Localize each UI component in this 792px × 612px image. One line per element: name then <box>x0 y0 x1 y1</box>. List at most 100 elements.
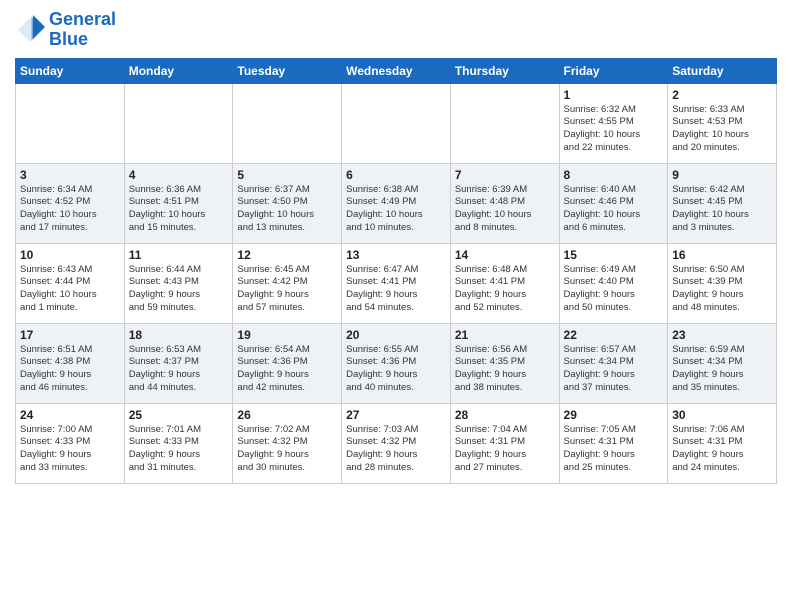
calendar-cell: 22 Sunrise: 6:57 AM Sunset: 4:34 PM Dayli… <box>559 323 668 403</box>
weekday-header-sunday: Sunday <box>16 58 125 83</box>
calendar-table: SundayMondayTuesdayWednesdayThursdayFrid… <box>15 58 777 484</box>
day-number: 5 <box>237 168 337 182</box>
day-number: 19 <box>237 328 337 342</box>
day-info: Sunrise: 6:39 AM Sunset: 4:48 PM Dayligh… <box>455 184 555 235</box>
calendar-cell: 29 Sunrise: 7:05 AM Sunset: 4:31 PM Dayli… <box>559 403 668 483</box>
day-info: Sunrise: 7:01 AM Sunset: 4:33 PM Dayligh… <box>129 424 229 475</box>
weekday-header-saturday: Saturday <box>668 58 777 83</box>
calendar-cell: 14 Sunrise: 6:48 AM Sunset: 4:41 PM Dayli… <box>450 243 559 323</box>
day-info: Sunrise: 6:37 AM Sunset: 4:50 PM Dayligh… <box>237 184 337 235</box>
calendar-cell: 2 Sunrise: 6:33 AM Sunset: 4:53 PM Daylig… <box>668 83 777 163</box>
day-number: 17 <box>20 328 120 342</box>
calendar-cell: 28 Sunrise: 7:04 AM Sunset: 4:31 PM Dayli… <box>450 403 559 483</box>
day-number: 23 <box>672 328 772 342</box>
calendar-cell: 15Sunrise: 6:49 AM Sunset: 4:40 PM Dayli… <box>559 243 668 323</box>
week-row-1: 1 Sunrise: 6:32 AM Sunset: 4:55 PM Daylig… <box>16 83 777 163</box>
day-number: 2 <box>672 88 772 102</box>
day-info: Sunrise: 6:34 AM Sunset: 4:52 PM Dayligh… <box>20 184 120 235</box>
week-row-5: 24 Sunrise: 7:00 AM Sunset: 4:33 PM Dayli… <box>16 403 777 483</box>
calendar-cell: 9 Sunrise: 6:42 AM Sunset: 4:45 PM Daylig… <box>668 163 777 243</box>
day-info: Sunrise: 6:42 AM Sunset: 4:45 PM Dayligh… <box>672 184 772 235</box>
week-row-4: 17 Sunrise: 6:51 AM Sunset: 4:38 PM Dayli… <box>16 323 777 403</box>
calendar-cell <box>233 83 342 163</box>
calendar-cell: 1 Sunrise: 6:32 AM Sunset: 4:55 PM Daylig… <box>559 83 668 163</box>
page: General Blue SundayMondayTuesdayWednesda… <box>0 0 792 612</box>
day-number: 25 <box>129 408 229 422</box>
day-number: 11 <box>129 248 229 262</box>
calendar-cell: 11 Sunrise: 6:44 AM Sunset: 4:43 PM Dayli… <box>124 243 233 323</box>
day-info: Sunrise: 6:50 AM Sunset: 4:39 PM Dayligh… <box>672 264 772 315</box>
day-info: Sunrise: 6:55 AM Sunset: 4:36 PM Dayligh… <box>346 344 446 395</box>
day-number: 21 <box>455 328 555 342</box>
calendar-cell: 24 Sunrise: 7:00 AM Sunset: 4:33 PM Dayli… <box>16 403 125 483</box>
logo-icon <box>15 15 45 45</box>
calendar-cell <box>450 83 559 163</box>
day-number: 13 <box>346 248 446 262</box>
day-info: Sunrise: 7:05 AM Sunset: 4:31 PM Dayligh… <box>564 424 664 475</box>
day-info: Sunrise: 6:54 AM Sunset: 4:36 PM Dayligh… <box>237 344 337 395</box>
day-number: 9 <box>672 168 772 182</box>
day-number: 22 <box>564 328 664 342</box>
day-info: Sunrise: 6:33 AM Sunset: 4:53 PM Dayligh… <box>672 104 772 155</box>
day-info: Sunrise: 6:38 AM Sunset: 4:49 PM Dayligh… <box>346 184 446 235</box>
calendar-cell: 16 Sunrise: 6:50 AM Sunset: 4:39 PM Dayli… <box>668 243 777 323</box>
day-info: Sunrise: 6:40 AM Sunset: 4:46 PM Dayligh… <box>564 184 664 235</box>
day-number: 16 <box>672 248 772 262</box>
calendar-cell: 17 Sunrise: 6:51 AM Sunset: 4:38 PM Dayli… <box>16 323 125 403</box>
day-info: Sunrise: 7:00 AM Sunset: 4:33 PM Dayligh… <box>20 424 120 475</box>
day-info: Sunrise: 7:02 AM Sunset: 4:32 PM Dayligh… <box>237 424 337 475</box>
day-info: Sunrise: 6:45 AM Sunset: 4:42 PM Dayligh… <box>237 264 337 315</box>
day-info: Sunrise: 6:36 AM Sunset: 4:51 PM Dayligh… <box>129 184 229 235</box>
calendar-cell <box>342 83 451 163</box>
day-info: Sunrise: 7:06 AM Sunset: 4:31 PM Dayligh… <box>672 424 772 475</box>
day-number: 28 <box>455 408 555 422</box>
day-info: Sunrise: 6:57 AM Sunset: 4:34 PM Dayligh… <box>564 344 664 395</box>
day-number: 26 <box>237 408 337 422</box>
calendar-cell: 6 Sunrise: 6:38 AM Sunset: 4:49 PM Daylig… <box>342 163 451 243</box>
calendar-cell: 8 Sunrise: 6:40 AM Sunset: 4:46 PM Daylig… <box>559 163 668 243</box>
calendar-cell <box>16 83 125 163</box>
calendar-cell: 26 Sunrise: 7:02 AM Sunset: 4:32 PM Dayli… <box>233 403 342 483</box>
day-info: Sunrise: 6:51 AM Sunset: 4:38 PM Dayligh… <box>20 344 120 395</box>
day-number: 18 <box>129 328 229 342</box>
day-info: Sunrise: 6:48 AM Sunset: 4:41 PM Dayligh… <box>455 264 555 315</box>
calendar-cell: 3 Sunrise: 6:34 AM Sunset: 4:52 PM Daylig… <box>16 163 125 243</box>
day-number: 4 <box>129 168 229 182</box>
day-info: Sunrise: 7:04 AM Sunset: 4:31 PM Dayligh… <box>455 424 555 475</box>
day-number: 14 <box>455 248 555 262</box>
header: General Blue <box>15 10 777 50</box>
day-number: 24 <box>20 408 120 422</box>
calendar-cell: 21 Sunrise: 6:56 AM Sunset: 4:35 PM Dayli… <box>450 323 559 403</box>
day-number: 10 <box>20 248 120 262</box>
day-info: Sunrise: 6:44 AM Sunset: 4:43 PM Dayligh… <box>129 264 229 315</box>
weekday-header-wednesday: Wednesday <box>342 58 451 83</box>
calendar-cell: 4 Sunrise: 6:36 AM Sunset: 4:51 PM Daylig… <box>124 163 233 243</box>
calendar-cell: 23Sunrise: 6:59 AM Sunset: 4:34 PM Dayli… <box>668 323 777 403</box>
day-number: 6 <box>346 168 446 182</box>
day-number: 12 <box>237 248 337 262</box>
calendar-cell: 7 Sunrise: 6:39 AM Sunset: 4:48 PM Daylig… <box>450 163 559 243</box>
calendar-cell: 20Sunrise: 6:55 AM Sunset: 4:36 PM Dayli… <box>342 323 451 403</box>
calendar-cell: 5 Sunrise: 6:37 AM Sunset: 4:50 PM Daylig… <box>233 163 342 243</box>
calendar-cell: 18 Sunrise: 6:53 AM Sunset: 4:37 PM Dayli… <box>124 323 233 403</box>
calendar-cell: 27Sunrise: 7:03 AM Sunset: 4:32 PM Dayli… <box>342 403 451 483</box>
week-row-2: 3 Sunrise: 6:34 AM Sunset: 4:52 PM Daylig… <box>16 163 777 243</box>
week-row-3: 10Sunrise: 6:43 AM Sunset: 4:44 PM Dayli… <box>16 243 777 323</box>
calendar-cell: 30Sunrise: 7:06 AM Sunset: 4:31 PM Dayli… <box>668 403 777 483</box>
day-info: Sunrise: 6:56 AM Sunset: 4:35 PM Dayligh… <box>455 344 555 395</box>
day-number: 3 <box>20 168 120 182</box>
calendar-cell: 10Sunrise: 6:43 AM Sunset: 4:44 PM Dayli… <box>16 243 125 323</box>
day-number: 29 <box>564 408 664 422</box>
day-number: 1 <box>564 88 664 102</box>
logo: General Blue <box>15 10 116 50</box>
day-info: Sunrise: 6:53 AM Sunset: 4:37 PM Dayligh… <box>129 344 229 395</box>
logo-text: General Blue <box>49 10 116 50</box>
weekday-header-friday: Friday <box>559 58 668 83</box>
day-number: 8 <box>564 168 664 182</box>
day-info: Sunrise: 6:49 AM Sunset: 4:40 PM Dayligh… <box>564 264 664 315</box>
calendar-cell: 19 Sunrise: 6:54 AM Sunset: 4:36 PM Dayli… <box>233 323 342 403</box>
day-number: 7 <box>455 168 555 182</box>
day-info: Sunrise: 6:32 AM Sunset: 4:55 PM Dayligh… <box>564 104 664 155</box>
day-info: Sunrise: 6:47 AM Sunset: 4:41 PM Dayligh… <box>346 264 446 315</box>
weekday-header-thursday: Thursday <box>450 58 559 83</box>
